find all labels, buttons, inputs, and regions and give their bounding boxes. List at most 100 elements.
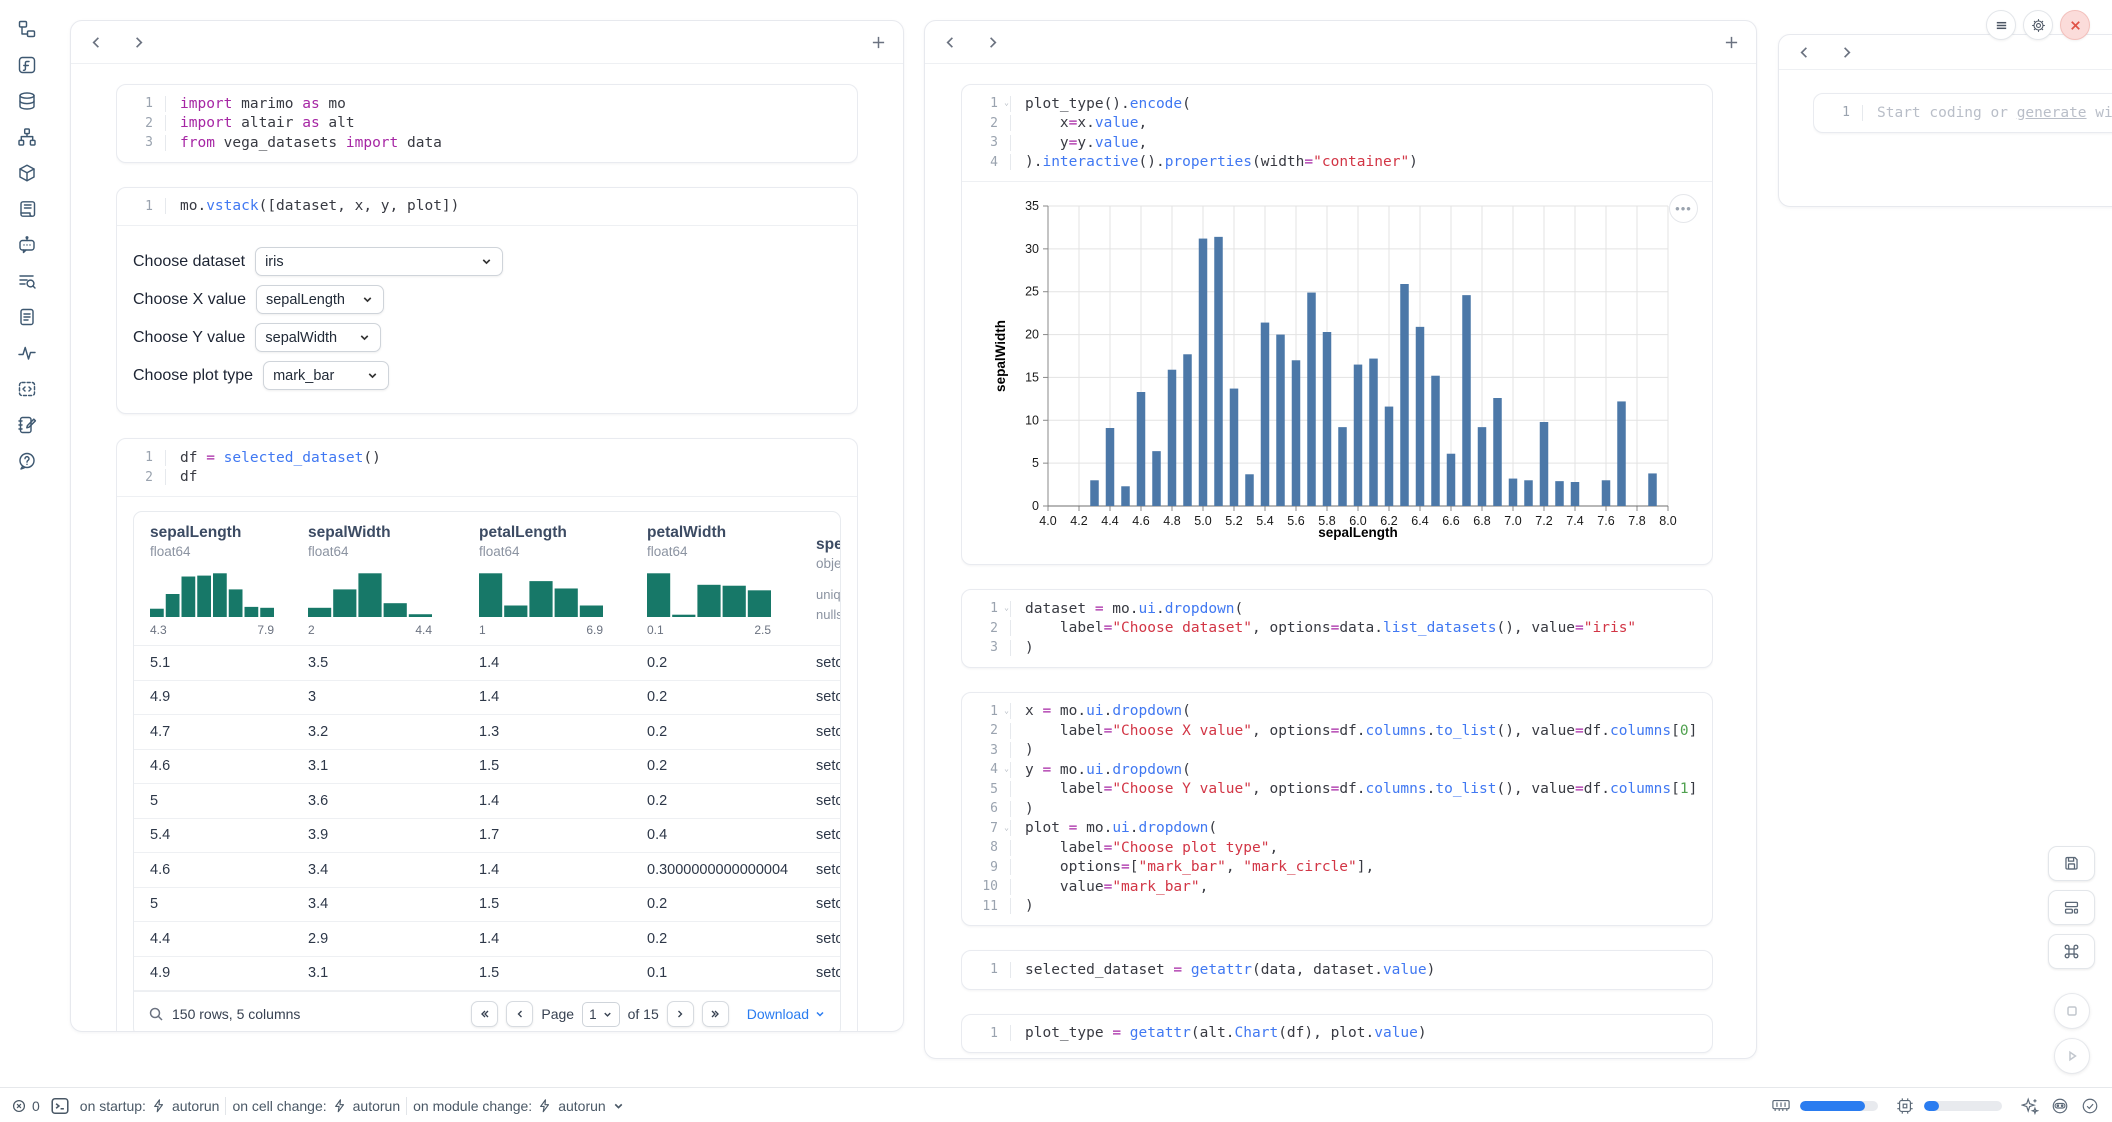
table-row[interactable]: 4.63.41.40.3000000000000004setos [134, 853, 840, 888]
chevron-left-icon[interactable] [1795, 43, 1813, 61]
code-editor[interactable]: 1⌄plot_type().encode(2 x=x.value,3 y=y.v… [962, 85, 1712, 181]
table-row[interactable]: 4.42.91.40.2setos [134, 922, 840, 957]
first-page-button[interactable] [471, 1001, 498, 1027]
previous-page-button[interactable] [506, 1001, 533, 1027]
config-value: autorun [172, 1098, 219, 1114]
snippets-icon[interactable] [17, 378, 38, 399]
run-config-1[interactable]: on startup:autorun [80, 1098, 220, 1114]
chevron-right-icon[interactable] [129, 33, 147, 51]
table-row[interactable]: 4.73.21.30.2setos [134, 715, 840, 750]
chevron-down-icon [612, 1099, 625, 1113]
terminal-button[interactable] [50, 1096, 70, 1116]
add-cell-icon[interactable] [1722, 33, 1740, 51]
dependency-graph-icon[interactable] [17, 126, 38, 147]
line-number: 8 [962, 840, 1002, 855]
chart-menu-button[interactable]: ••• [1669, 194, 1698, 223]
last-page-button[interactable] [702, 1001, 729, 1027]
hamburger-icon [1994, 18, 2009, 33]
fold-chevron-icon[interactable]: ⌄ [1004, 765, 1009, 773]
chevron-right-icon[interactable] [983, 33, 1001, 51]
table-row[interactable]: 53.41.50.2setos [134, 888, 840, 923]
page-select[interactable]: 1 [582, 1002, 620, 1027]
table-row[interactable]: 4.63.11.50.2setos [134, 750, 840, 785]
add-cell-icon[interactable] [869, 33, 887, 51]
settings-button[interactable] [2023, 10, 2053, 40]
column-header[interactable]: speciobjecuniqunulls: [816, 536, 841, 625]
line-number: 9 [962, 860, 1002, 875]
documentation-icon[interactable] [17, 306, 38, 327]
code-editor[interactable]: 1plot_type = getattr(alt.Chart(df), plot… [962, 1015, 1712, 1053]
chevron-right-icon[interactable] [1837, 43, 1855, 61]
code-editor[interactable]: 1⌄dataset = mo.ui.dropdown(2 label="Choo… [962, 590, 1712, 667]
table-cell: 4.7 [150, 724, 308, 740]
functions-icon[interactable] [17, 54, 38, 75]
fold-chevron-icon[interactable]: ⌄ [1004, 99, 1009, 107]
choose-x-value-select[interactable]: sepalLength [256, 285, 384, 314]
download-button[interactable]: Download [747, 1006, 826, 1022]
svg-text:4.6: 4.6 [1132, 514, 1149, 528]
help-icon[interactable] [17, 450, 38, 471]
logs-icon[interactable] [17, 198, 38, 219]
code-editor[interactable]: 1df = selected_dataset()2df [117, 439, 857, 496]
table-cell: 0.2 [647, 793, 816, 809]
chevron-left-icon[interactable] [87, 33, 105, 51]
table-cell: 1.4 [479, 793, 647, 809]
stop-execution-button[interactable] [2054, 993, 2090, 1029]
table-row[interactable]: 4.93.11.50.1setos [134, 957, 840, 992]
table-row[interactable]: 5.13.51.40.2setos [134, 646, 840, 681]
table-cell: 4.4 [150, 931, 308, 947]
menu-button[interactable] [1986, 10, 2016, 40]
fold-chevron-icon[interactable]: ⌄ [1004, 604, 1009, 612]
run-config-2[interactable]: on cell change:autorun [232, 1098, 400, 1114]
table-cell: setos [816, 793, 841, 809]
copilot-button[interactable] [2050, 1096, 2070, 1116]
fold-chevron-icon[interactable]: ⌄ [1004, 824, 1009, 832]
code-editor[interactable]: 1 Start coding or generate with [1814, 94, 2112, 132]
line-number: 6 [962, 801, 1002, 816]
notebook-tree-icon[interactable] [17, 18, 38, 39]
cell-placeholder[interactable]: Start coding or generate with [1862, 105, 2112, 121]
chevron-left-icon[interactable] [941, 33, 959, 51]
layout-button[interactable] [2048, 890, 2095, 925]
packages-icon[interactable] [17, 162, 38, 183]
connection-status-button[interactable] [2080, 1096, 2100, 1116]
next-page-button[interactable] [667, 1001, 694, 1027]
code-editor[interactable]: 1mo.vstack([dataset, x, y, plot]) [117, 188, 857, 226]
chat-icon[interactable] [17, 234, 38, 255]
code-editor[interactable]: 1selected_dataset = getattr(data, datase… [962, 951, 1712, 989]
code-editor[interactable]: 1import marimo as mo2import altair as al… [117, 85, 857, 162]
table-row[interactable]: 53.61.40.2setos [134, 784, 840, 819]
notebook-cell: 1⌄dataset = mo.ui.dropdown(2 label="Choo… [961, 589, 1713, 668]
bar-chart[interactable]: 4.04.24.44.64.85.05.25.45.65.86.06.26.46… [992, 196, 1692, 541]
ai-assist-button[interactable] [2020, 1096, 2040, 1116]
chart-output: 4.04.24.44.64.85.05.25.45.65.86.06.26.46… [962, 181, 1712, 564]
run-all-button[interactable] [2054, 1038, 2090, 1074]
memory-usage-fill [1800, 1101, 1865, 1111]
datasources-icon[interactable] [17, 90, 38, 111]
choose-plot-type-select[interactable]: mark_bar [263, 361, 389, 390]
svg-text:7.0: 7.0 [1504, 514, 1521, 528]
table-row[interactable]: 4.931.40.2setos [134, 681, 840, 716]
close-button[interactable] [2060, 10, 2090, 40]
column-header[interactable]: petalLengthfloat6416.9 [479, 524, 647, 637]
column-header[interactable]: sepalWidthfloat6424.4 [308, 524, 479, 637]
generate-with-ai-link[interactable]: generate [2017, 105, 2087, 121]
search-icon[interactable] [148, 1006, 164, 1022]
run-config-3[interactable]: on module change:autorun [413, 1098, 625, 1114]
choose-y-value-select[interactable]: sepalWidth [255, 323, 381, 352]
choose-dataset-select[interactable]: iris [255, 247, 503, 276]
column-header[interactable]: petalWidthfloat640.12.5 [647, 524, 816, 637]
keyboard-shortcuts-button[interactable] [2048, 934, 2095, 969]
tracing-icon[interactable] [17, 342, 38, 363]
scratchpad-icon[interactable] [17, 414, 38, 435]
fold-chevron-icon[interactable]: ⌄ [1004, 707, 1009, 715]
save-button[interactable] [2048, 846, 2095, 881]
code-text: ) [1010, 640, 1712, 656]
code-editor[interactable]: 1⌄x = mo.ui.dropdown(2 label="Choose X v… [962, 693, 1712, 926]
column-dtype: float64 [308, 544, 479, 559]
svg-text:6.4: 6.4 [1411, 514, 1428, 528]
find-replace-icon[interactable] [17, 270, 38, 291]
table-row[interactable]: 5.43.91.70.4setos [134, 819, 840, 854]
error-count-indicator[interactable]: 0 [12, 1098, 40, 1114]
column-header[interactable]: sepalLengthfloat644.37.9 [150, 524, 308, 637]
